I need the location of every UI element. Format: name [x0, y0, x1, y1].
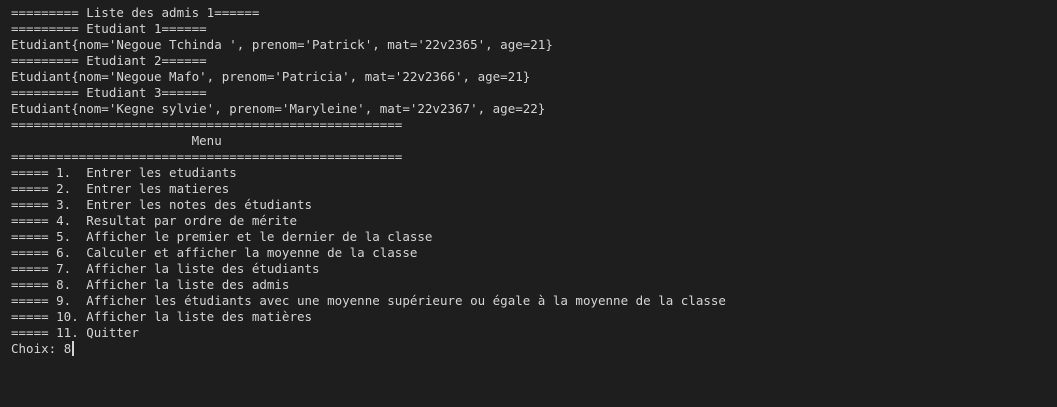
prompt-input-value[interactable]: 8: [64, 341, 72, 356]
menu-option-5: ===== 5. Afficher le premier et le derni…: [11, 229, 433, 244]
menu-option-11: ===== 11. Quitter: [11, 325, 139, 340]
student-1-record: Etudiant{nom='Negoue Tchinda ', prenom='…: [11, 37, 553, 52]
menu-option-6: ===== 6. Calculer et afficher la moyenne…: [11, 245, 418, 260]
menu-option-1: ===== 1. Entrer les etudiants: [11, 165, 237, 180]
student-1-header: ========= Etudiant 1======: [11, 21, 207, 36]
menu-divider-top: ========================================…: [11, 117, 403, 132]
text-cursor: [72, 341, 75, 356]
menu-option-2: ===== 2. Entrer les matieres: [11, 181, 230, 196]
student-3-header: ========= Etudiant 3======: [11, 85, 207, 100]
menu-option-10: ===== 10. Afficher la liste des matières: [11, 309, 313, 324]
prompt-label: Choix:: [11, 341, 64, 356]
menu-option-3: ===== 3. Entrer les notes des étudiants: [11, 197, 313, 212]
menu-option-8: ===== 8. Afficher la liste des admis: [11, 277, 290, 292]
student-2-record: Etudiant{nom='Negoue Mafo', prenom='Patr…: [11, 69, 531, 84]
menu-option-9: ===== 9. Afficher les étudiants avec une…: [11, 293, 726, 308]
admis-list-header: ========= Liste des admis 1======: [11, 5, 260, 20]
menu-option-4: ===== 4. Resultat par ordre de mérite: [11, 213, 297, 228]
prompt-line[interactable]: Choix: 8: [11, 341, 1057, 357]
menu-option-7: ===== 7. Afficher la liste des étudiants: [11, 261, 320, 276]
terminal-window[interactable]: ========= Liste des admis 1====== ======…: [0, 0, 1057, 407]
student-2-header: ========= Etudiant 2======: [11, 53, 207, 68]
menu-title: Menu: [11, 133, 222, 148]
menu-divider-bottom: ========================================…: [11, 149, 403, 164]
student-3-record: Etudiant{nom='Kegne sylvie', prenom='Mar…: [11, 101, 546, 116]
